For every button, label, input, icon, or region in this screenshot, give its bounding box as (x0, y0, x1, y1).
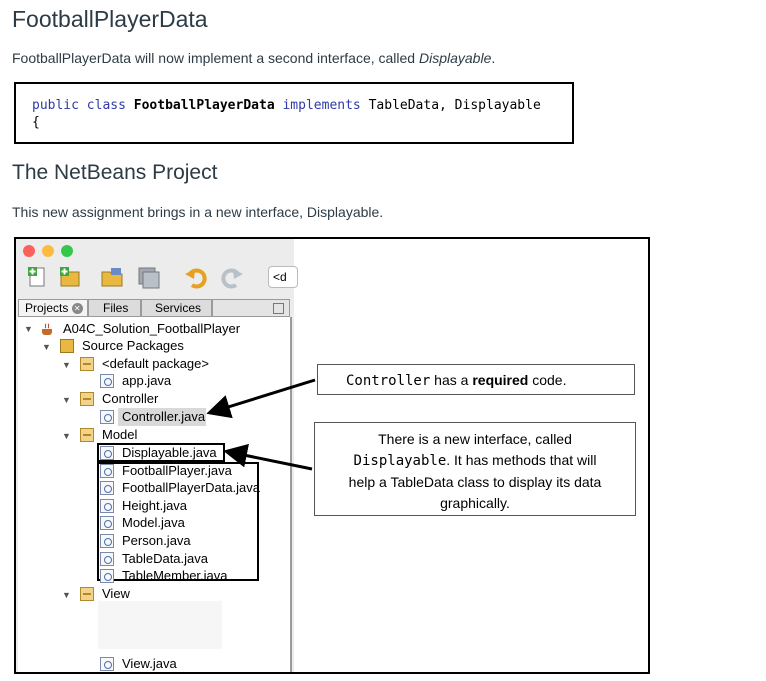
page-heading: FootballPlayerData (12, 6, 208, 32)
class-declaration: public class FootballPlayerData implemen… (32, 98, 541, 113)
open-brace: { (32, 115, 40, 130)
displayable-arrow (223, 443, 313, 471)
section-heading: The NetBeans Project (12, 161, 218, 184)
intro-paragraph: FootballPlayerData will now implement a … (12, 50, 496, 66)
annotation-arrows (206, 378, 316, 471)
controller-arrow (206, 378, 316, 419)
netbeans-screenshot: <d Projects ✕ Files Services ▼ A04C_Solu… (14, 237, 650, 674)
code-block: public class FootballPlayerData implemen… (14, 82, 574, 144)
section-paragraph: This new assignment brings in a new inte… (12, 204, 384, 220)
